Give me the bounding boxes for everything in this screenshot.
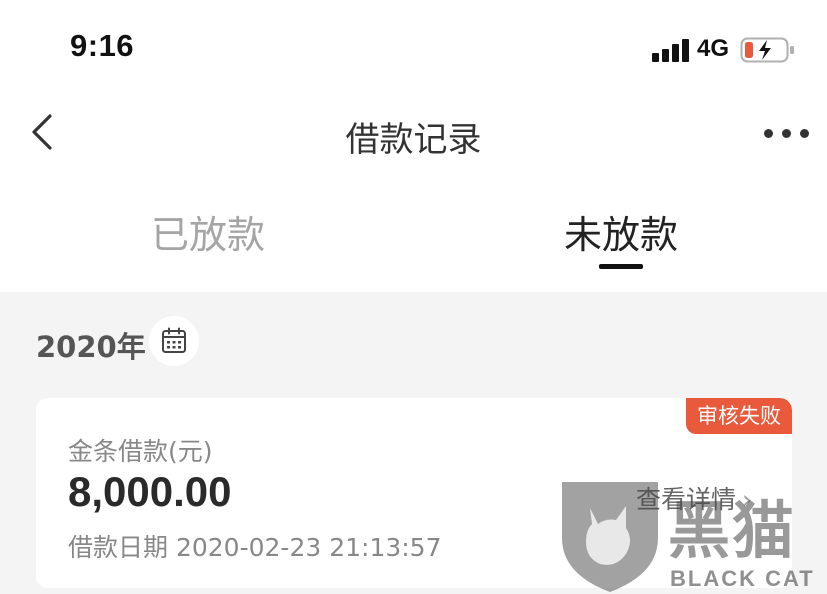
- active-tab-indicator: [599, 264, 643, 269]
- more-horizontal-icon[interactable]: [756, 120, 812, 144]
- tab-bar: 已放款 未放款: [0, 188, 827, 292]
- app-screen: 9:16 4G 借款记录 已放款 未放款 2020年 审核失败 金条借款(元) …: [0, 0, 827, 594]
- date-value: 2020-02-23 21:13:57: [175, 533, 442, 562]
- loan-amount: 8,000.00: [68, 468, 232, 515]
- tab-disbursed[interactable]: 已放款: [78, 204, 338, 259]
- chevron-right-icon: ›: [742, 485, 753, 514]
- calendar-button[interactable]: [149, 316, 199, 366]
- view-details-link[interactable]: 查看详情 ›: [636, 480, 752, 516]
- records-list: 2020年 审核失败 金条借款(元) 8,000.00 借款日期 2020-02…: [0, 292, 827, 594]
- product-label: 金条借款(元): [68, 437, 213, 466]
- view-details-label: 查看详情: [636, 485, 737, 514]
- signal-icon: [652, 38, 690, 62]
- battery-charging-icon: [740, 36, 796, 64]
- loan-record-card[interactable]: 审核失败 金条借款(元) 8,000.00 借款日期 2020-02-23 21…: [36, 398, 792, 588]
- calendar-icon: [162, 327, 186, 353]
- status-badge: 审核失败: [686, 398, 792, 434]
- date-label: 借款日期: [68, 533, 169, 562]
- nav-bar: 借款记录: [0, 92, 827, 174]
- network-type: 4G: [697, 35, 730, 62]
- tab-not-disbursed[interactable]: 未放款: [491, 204, 751, 259]
- status-time: 9:16: [70, 28, 135, 63]
- year-label: 2020年: [36, 330, 146, 364]
- status-bar: 9:16 4G: [0, 0, 827, 92]
- page-title: 借款记录: [345, 120, 482, 160]
- loan-date: 借款日期 2020-02-23 21:13:57: [68, 528, 441, 564]
